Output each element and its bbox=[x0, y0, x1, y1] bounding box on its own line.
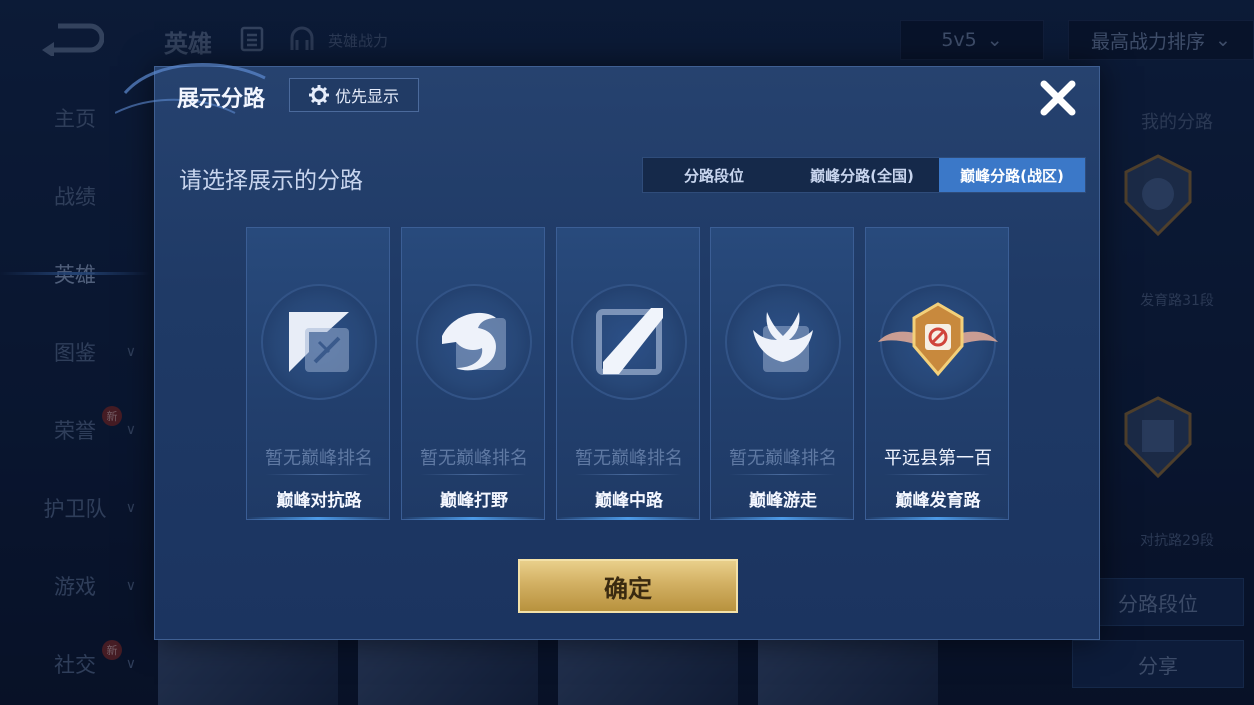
close-icon[interactable] bbox=[1037, 77, 1079, 119]
lane-name: 巅峰打野 bbox=[440, 491, 508, 511]
lane-name: 巅峰游走 bbox=[749, 491, 817, 511]
card-divider bbox=[420, 474, 526, 475]
tab-peak-national[interactable]: 巅峰分路(全国) bbox=[785, 158, 939, 192]
lane-rank-text: 暂无巅峰排名 bbox=[575, 448, 683, 469]
priority-display-button[interactable]: 优先显示 bbox=[289, 78, 419, 112]
wings-icon bbox=[753, 312, 813, 372]
tab-peak-region[interactable]: 巅峰分路(战区) bbox=[939, 158, 1085, 192]
sword-icon bbox=[289, 312, 349, 372]
lane-card-jungle[interactable]: 暂无巅峰排名 巅峰打野 bbox=[401, 227, 545, 520]
card-divider bbox=[265, 474, 371, 475]
dialog-subtitle: 请选择展示的分路 bbox=[179, 168, 363, 194]
lane-name: 巅峰对抗路 bbox=[276, 491, 362, 511]
lane-card-mid[interactable]: 暂无巅峰排名 巅峰中路 bbox=[556, 227, 700, 520]
card-divider bbox=[884, 474, 990, 475]
lane-name: 巅峰发育路 bbox=[895, 491, 981, 511]
card-divider bbox=[575, 474, 681, 475]
lane-display-dialog: 展示分路 优先显示 请选择展示的分路 分路段位 巅峰分路(全国) 巅峰分路(战区… bbox=[115, 63, 1101, 640]
tab-lane-rank[interactable]: 分路段位 bbox=[643, 158, 785, 192]
lane-rank-text: 暂无巅峰排名 bbox=[265, 448, 373, 469]
lane-type-tabs: 分路段位 巅峰分路(全国) 巅峰分路(战区) bbox=[642, 157, 1086, 193]
lane-name: 巅峰中路 bbox=[595, 491, 663, 511]
lane-rank-text: 平远县第一百 bbox=[884, 448, 992, 469]
priority-display-label: 优先显示 bbox=[334, 87, 399, 106]
confirm-button[interactable]: 确定 bbox=[518, 559, 738, 613]
card-divider bbox=[729, 474, 835, 475]
lane-card-adc[interactable]: 平远县第一百 巅峰发育路 bbox=[865, 227, 1009, 520]
lane-card-support[interactable]: 暂无巅峰排名 巅峰游走 bbox=[710, 227, 854, 520]
dragon-icon bbox=[442, 312, 506, 371]
lane-rank-text: 暂无巅峰排名 bbox=[420, 448, 528, 469]
lane-rank-text: 暂无巅峰排名 bbox=[729, 448, 837, 469]
gold-medal-icon bbox=[878, 302, 998, 377]
lane-card-top[interactable]: 暂无巅峰排名 巅峰对抗路 bbox=[246, 227, 390, 520]
dialog-title: 展示分路 bbox=[177, 87, 266, 112]
slash-icon bbox=[596, 308, 663, 375]
gear-icon bbox=[308, 85, 329, 105]
dialog-header: 展示分路 优先显示 bbox=[155, 67, 1101, 127]
